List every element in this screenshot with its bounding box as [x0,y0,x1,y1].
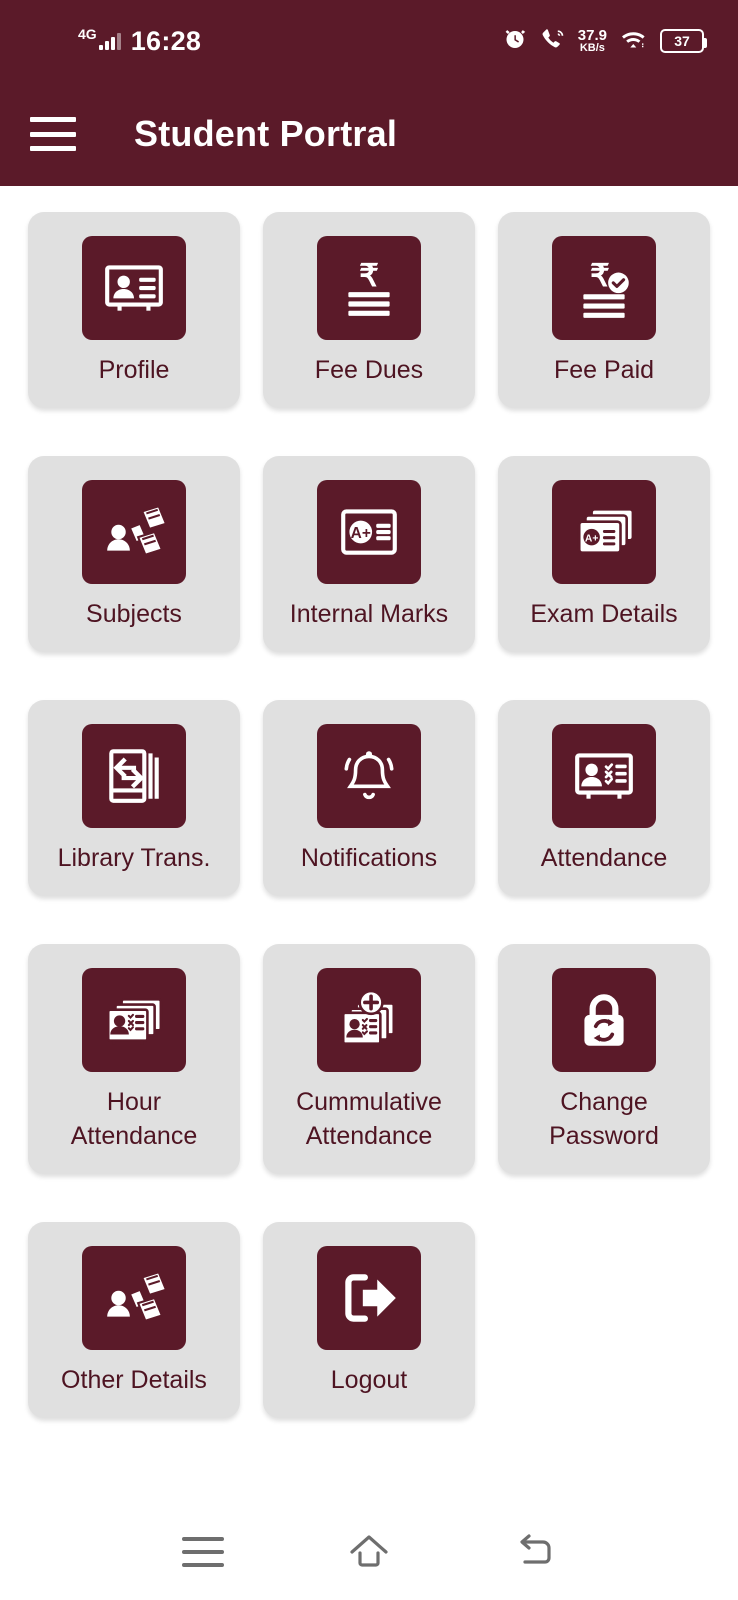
battery-indicator: 37 [660,29,707,53]
exit-arrow-icon [317,1246,421,1350]
menu-tile-change-password[interactable]: Change Password [498,944,710,1174]
bell-icon [317,724,421,828]
menu-tile-label: Logout [330,1366,408,1394]
recents-menu-icon[interactable] [175,1529,231,1575]
a-plus-cards-stack-icon: A+ [552,480,656,584]
a-plus-card-icon: A+ [317,480,421,584]
home-icon[interactable] [341,1529,397,1575]
menu-tile-label: Other Details [61,1366,207,1394]
menu-tile-cummulative-attendance[interactable]: Cummulative Attendance [263,944,475,1174]
person-books-icon [82,480,186,584]
person-books-icon [82,1246,186,1350]
wifi-icon [620,28,647,55]
id-card-checklist-icon [552,724,656,828]
menu-tile-label: Attendance [540,844,668,872]
status-bar-clock: 16:28 [130,25,202,56]
id-cards-stack-plus-icon [317,968,421,1072]
status-bar: 4G 16:28 37.9 KB/s 37 [0,0,738,82]
menu-tile-label: Library Trans. [57,844,211,872]
mobile-signal-icon: 4G [78,27,121,50]
menu-tile-profile[interactable]: Profile [28,212,240,408]
menu-tile-logout[interactable]: Logout [263,1222,475,1418]
menu-tile-label: Subjects [86,600,182,628]
hamburger-menu-icon[interactable] [30,117,76,151]
menu-tile-fee-dues[interactable]: ₹ Fee Dues [263,212,475,408]
network-speed-unit: KB/s [579,42,605,54]
rupee-bill-check-icon: ₹ [552,236,656,340]
menu-tile-other-details[interactable]: Other Details [28,1222,240,1418]
svg-text:₹: ₹ [590,258,610,293]
svg-text:A+: A+ [351,525,371,542]
menu-tile-subjects[interactable]: Subjects [28,456,240,652]
menu-tile-notifications[interactable]: Notifications [263,700,475,896]
status-bar-left: 4G 16:28 [78,26,201,57]
id-cards-stack-checklist-icon [82,968,186,1072]
battery-level-label: 37 [674,33,690,49]
menu-tile-label: Exam Details [530,600,678,628]
app-bar: Student Portral [0,82,738,186]
signal-bars-icon [98,32,121,50]
network-speed-indicator: 37.9 KB/s [578,28,607,54]
back-arrow-icon[interactable] [507,1529,563,1575]
android-nav-bar [0,1504,738,1600]
alarm-clock-icon [503,27,527,56]
menu-tile-label: Fee Paid [553,356,655,384]
page-title: Student Portral [134,113,398,154]
padlock-refresh-icon [552,968,656,1072]
menu-tile-library-trans[interactable]: Library Trans. [28,700,240,896]
network-speed-value: 37.9 [577,27,607,44]
network-type-label: 4G [78,26,97,42]
status-bar-right: 37.9 KB/s 37 [503,27,707,56]
phone-screen: 4G 16:28 37.9 KB/s 37 Student Portral Pr… [0,0,738,1600]
menu-grid: Profile ₹ Fee Dues ₹ Fee Paid Subjects A… [0,186,738,1418]
menu-tile-label: Internal Marks [289,600,449,628]
menu-tile-internal-marks[interactable]: A+ Internal Marks [263,456,475,652]
menu-tile-label: Cummulative Attendance [296,1088,442,1150]
menu-tile-label: Profile [98,356,170,384]
menu-tile-attendance[interactable]: Attendance [498,700,710,896]
menu-tile-label: Fee Dues [314,356,424,384]
wifi-calling-icon [540,27,565,56]
menu-tile-label: Change Password [549,1088,659,1150]
menu-tile-fee-paid[interactable]: ₹ Fee Paid [498,212,710,408]
menu-tile-label: Notifications [300,844,438,872]
rupee-bill-icon: ₹ [317,236,421,340]
svg-text:₹: ₹ [359,258,379,293]
menu-tile-label: Hour Attendance [70,1088,198,1150]
menu-tile-exam-details[interactable]: A+ Exam Details [498,456,710,652]
menu-tile-hour-attendance[interactable]: Hour Attendance [28,944,240,1174]
id-card-person-icon [82,236,186,340]
book-exchange-icon [82,724,186,828]
svg-text:A+: A+ [585,533,598,544]
